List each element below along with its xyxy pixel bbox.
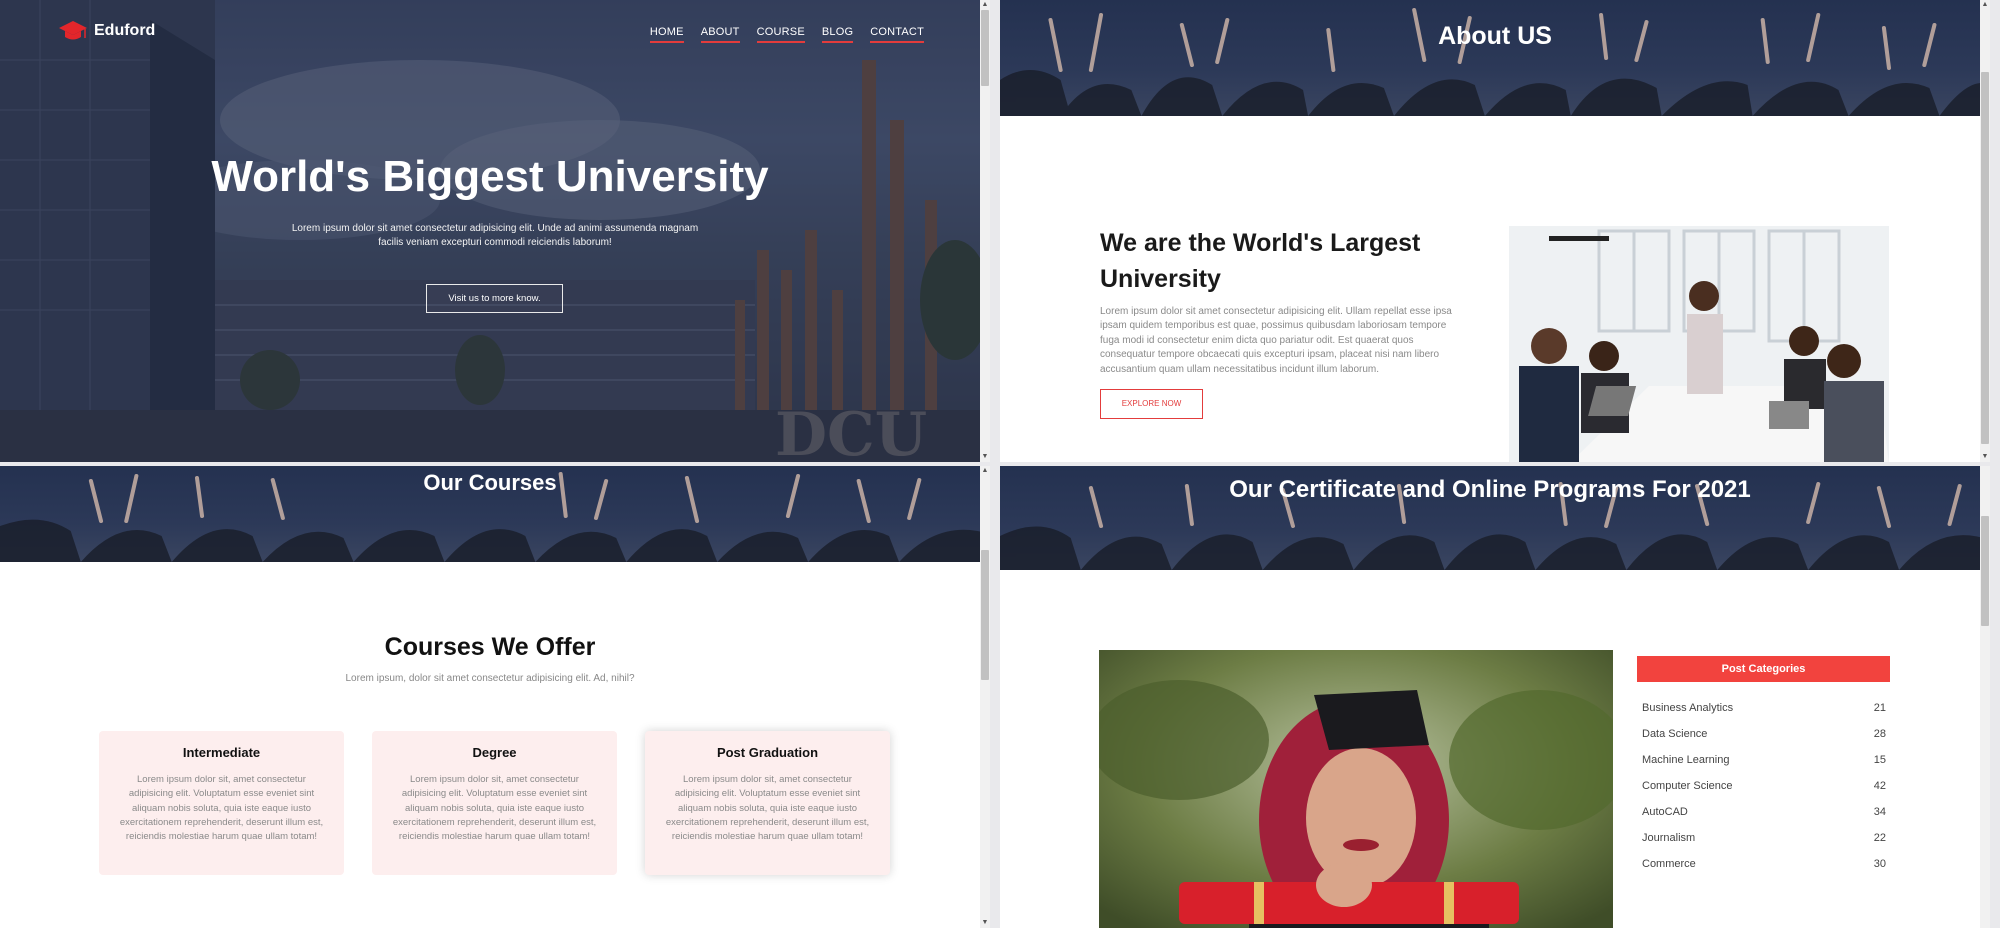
category-count: 22 [1873, 832, 1886, 844]
category-item[interactable]: Machine Learning 15 [1637, 747, 1890, 773]
scrollbar-courses[interactable]: ▲ ▼ [980, 466, 990, 928]
course-card-title: Intermediate [182, 745, 261, 760]
visit-us-button[interactable]: Visit us to more know. [426, 284, 563, 313]
certificate-pane: Our Certificate and Online Programs For … [1000, 466, 1990, 928]
about-banner: About US [1000, 0, 1990, 116]
post-categories-panel: Post Categories Business Analytics 21 Da… [1637, 656, 1890, 877]
scroll-up-icon[interactable]: ▲ [980, 466, 990, 476]
brand-logo[interactable]: Eduford [58, 18, 155, 44]
explore-now-button[interactable]: EXPLORE NOW [1100, 389, 1203, 419]
course-card-intermediate[interactable]: Intermediate Lorem ipsum dolor sit, amet… [99, 731, 344, 875]
scroll-up-icon[interactable]: ▲ [1980, 0, 1990, 10]
nav-about[interactable]: ABOUT [700, 26, 740, 43]
about-heading: We are the World's Largest University [1100, 229, 1421, 293]
category-item[interactable]: Journalism 22 [1637, 825, 1890, 851]
courses-banner: Our Courses [0, 466, 990, 562]
nav-blog[interactable]: BLOG [821, 26, 854, 43]
course-card-title: Post Graduation [716, 745, 819, 760]
category-item[interactable]: Data Science 28 [1637, 721, 1890, 747]
category-count: 21 [1873, 702, 1886, 714]
category-item[interactable]: AutoCAD 34 [1637, 799, 1890, 825]
course-card-text: Lorem ipsum dolor sit, amet consectetur … [119, 774, 324, 843]
scrollbar-about[interactable]: ▲ ▼ [1980, 0, 1990, 462]
about-paragraph: Lorem ipsum dolor sit amet consectetur a… [1100, 306, 1452, 375]
category-item[interactable]: Business Analytics 21 [1637, 695, 1890, 721]
category-name: Business Analytics [1642, 702, 1734, 714]
scrollbar-thumb[interactable] [981, 550, 989, 680]
post-categories-header: Post Categories [1637, 656, 1890, 682]
category-count: 42 [1873, 780, 1886, 792]
scrollbar-certificate[interactable] [1980, 466, 1990, 928]
nav-contact[interactable]: CONTACT [870, 26, 924, 43]
hero-pane: DCU Eduford HOME ABOUT COURSE BLOG CONTA… [0, 0, 990, 462]
graduate-with-diploma-image [1099, 650, 1613, 928]
scroll-down-icon[interactable]: ▼ [980, 452, 990, 462]
graduation-cap-icon [59, 21, 87, 40]
courses-banner-title: Our Courses [423, 470, 557, 495]
meeting-photo [1509, 226, 1889, 462]
category-name: Computer Science [1642, 780, 1733, 792]
team-meeting-image [1509, 226, 1889, 462]
scroll-down-icon[interactable]: ▼ [980, 918, 990, 928]
hero-title: World's Biggest University [211, 152, 769, 201]
category-name: Data Science [1642, 728, 1708, 740]
category-name: AutoCAD [1642, 806, 1688, 818]
category-count: 30 [1873, 858, 1886, 870]
courses-pane: Our Courses Courses We Offer Lorem ipsum… [0, 466, 990, 928]
about-banner-title: About US [1438, 22, 1552, 50]
graduate-photo [1099, 650, 1613, 928]
main-nav: HOME ABOUT COURSE BLOG CONTACT [649, 26, 924, 43]
certificate-banner: Our Certificate and Online Programs For … [1000, 466, 1990, 570]
brand-name: Eduford [94, 22, 156, 39]
about-pane: About US We are the World's Largest Univ… [1000, 0, 1990, 462]
scroll-up-icon[interactable]: ▲ [980, 0, 990, 10]
nav-course[interactable]: COURSE [756, 26, 805, 43]
category-name: Commerce [1642, 858, 1696, 870]
graduates-crowd-image [1000, 8, 1990, 116]
category-count: 15 [1873, 754, 1886, 766]
category-name: Machine Learning [1642, 754, 1730, 766]
scrollbar-thumb[interactable] [1981, 516, 1989, 626]
certificate-banner-title: Our Certificate and Online Programs For … [1229, 476, 1751, 503]
category-name: Journalism [1642, 832, 1696, 844]
nav-home[interactable]: HOME [649, 26, 684, 43]
category-item[interactable]: Commerce 30 [1637, 851, 1890, 877]
hero-description: Lorem ipsum dolor sit amet consectetur a… [291, 223, 699, 248]
scrollbar-hero[interactable]: ▲ ▼ [980, 0, 990, 462]
category-count: 28 [1873, 728, 1886, 740]
courses-subtitle: Lorem ipsum, dolor sit amet consectetur … [345, 673, 635, 684]
course-card-text: Lorem ipsum dolor sit, amet consectetur … [392, 774, 597, 843]
category-item[interactable]: Computer Science 42 [1637, 773, 1890, 799]
scrollbar-thumb[interactable] [1981, 72, 1989, 444]
course-card-post-graduation[interactable]: Post Graduation Lorem ipsum dolor sit, a… [645, 731, 890, 875]
course-card-degree[interactable]: Degree Lorem ipsum dolor sit, amet conse… [372, 731, 617, 875]
course-card-text: Lorem ipsum dolor sit, amet consectetur … [665, 774, 870, 843]
scrollbar-thumb[interactable] [981, 10, 989, 86]
scroll-down-icon[interactable]: ▼ [1980, 452, 1990, 462]
course-card-title: Degree [472, 745, 517, 760]
courses-heading: Courses We Offer [384, 633, 596, 661]
category-count: 34 [1873, 806, 1886, 818]
